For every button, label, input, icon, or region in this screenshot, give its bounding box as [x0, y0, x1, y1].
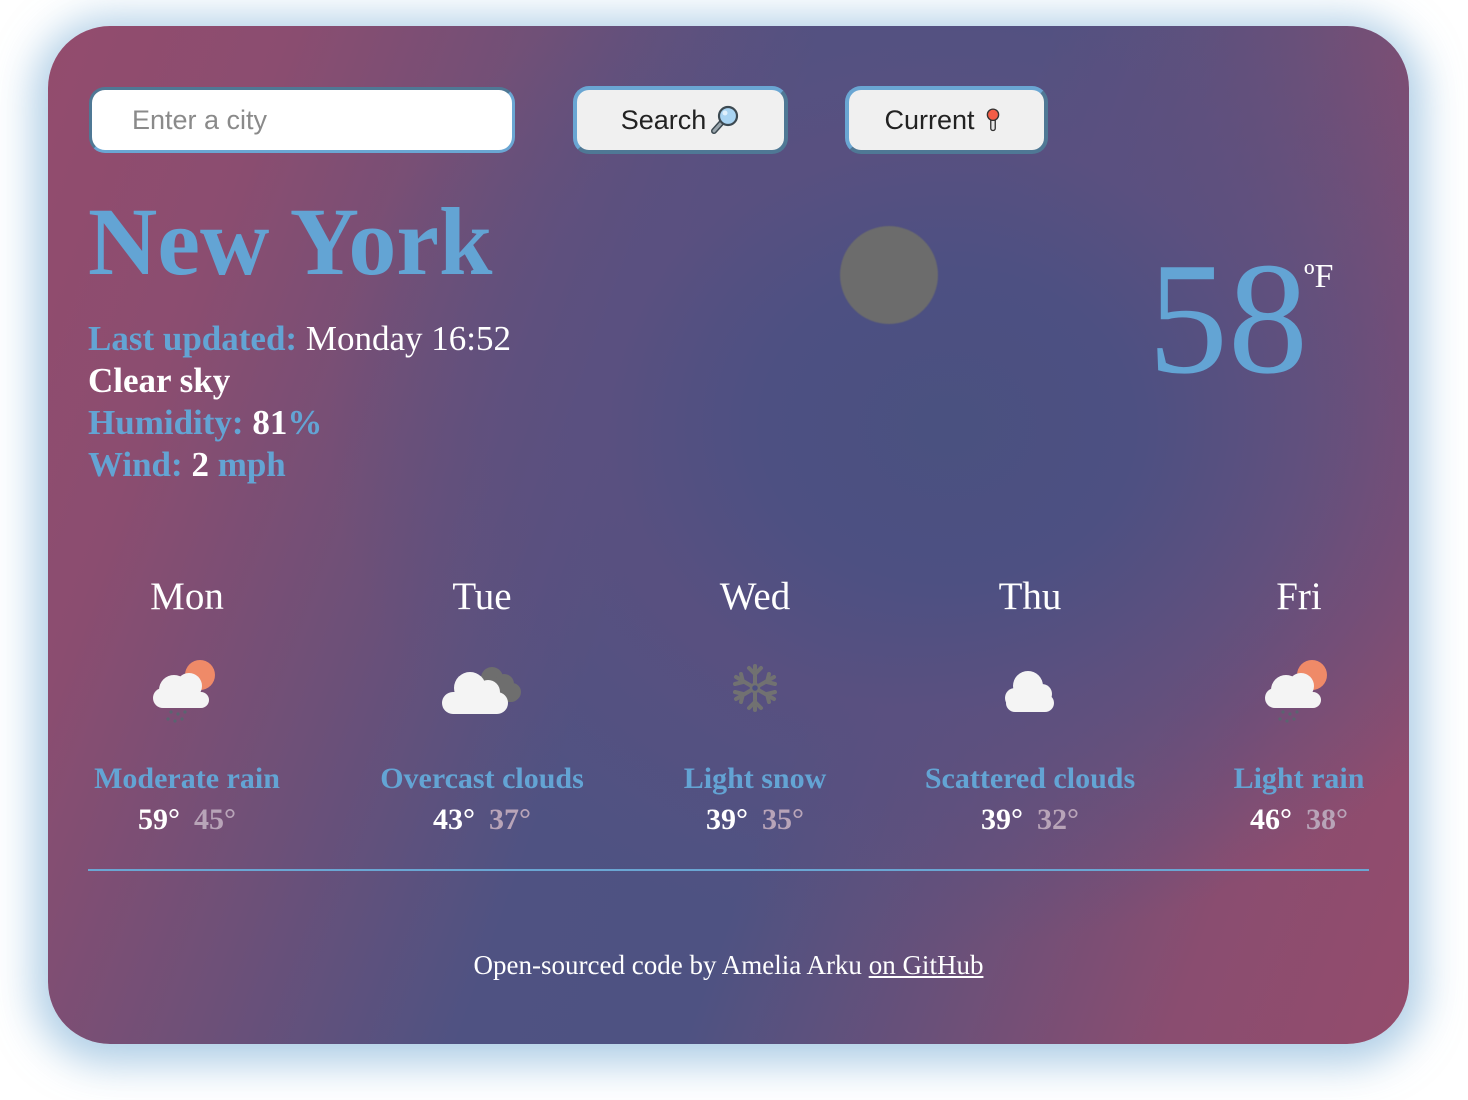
last-updated-value: Monday 16:52	[305, 319, 511, 358]
current-location-button[interactable]: Current	[845, 86, 1048, 154]
forecast-day-name: Thu	[998, 575, 1062, 618]
weather-description: Clear sky	[88, 361, 231, 400]
humidity-value: 81	[252, 403, 288, 442]
forecast-temps: 46° 38°	[1159, 802, 1409, 838]
search-button-label: Search	[620, 104, 707, 135]
forecast-day: Wed Light snow 39° 35°	[615, 574, 895, 838]
forecast-temps: 39° 35°	[615, 802, 895, 838]
forecast-description: Overcast clouds	[380, 762, 584, 795]
last-updated-row: Last updated: Monday 16:52	[88, 318, 511, 360]
wind-label: Wind:	[88, 445, 183, 484]
search-button[interactable]: Search	[573, 86, 788, 154]
forecast-description: Moderate rain	[94, 762, 280, 795]
last-updated-label: Last updated:	[88, 319, 298, 358]
forecast-max-temp: 46°	[1250, 803, 1292, 836]
divider	[88, 869, 1369, 871]
rain-sun-cloud-icon	[1249, 648, 1349, 728]
forecast-max-temp: 39°	[706, 803, 748, 836]
forecast-temps: 59° 45°	[48, 802, 327, 838]
wind-unit: mph	[217, 445, 286, 484]
weather-app-card: Search Current New York Last updated: Mo…	[48, 26, 1409, 1044]
wind-row: Wind: 2 mph	[88, 444, 511, 486]
forecast-day: Thu Scattered clouds 39° 32°	[890, 574, 1170, 838]
github-link[interactable]: on GitHub	[869, 950, 984, 980]
wind-value: 2	[191, 445, 209, 484]
city-search-input[interactable]	[89, 87, 515, 153]
clear-sky-icon	[840, 226, 938, 324]
forecast-min-temp: 37°	[489, 803, 531, 836]
forecast: Mon Moderate rain 59° 45° Tue Overcast c…	[88, 574, 1369, 836]
humidity-unit: %	[287, 403, 323, 442]
forecast-day: Tue Overcast clouds 43° 37°	[342, 574, 622, 838]
footer-text: Open-sourced code by Amelia Arku	[473, 950, 869, 980]
forecast-max-temp: 43°	[433, 803, 475, 836]
forecast-description: Light rain	[1233, 762, 1365, 795]
forecast-min-temp: 45°	[194, 803, 236, 836]
temperature-unit[interactable]: ºF	[1304, 260, 1333, 294]
city-name: New York	[88, 188, 493, 295]
current-button-label: Current	[884, 104, 975, 135]
humidity-row: Humidity: 81%	[88, 402, 511, 444]
forecast-day: Fri Light rain 46° 38°	[1159, 574, 1409, 838]
humidity-label: Humidity:	[88, 403, 244, 442]
forecast-description: Scattered clouds	[924, 762, 1136, 795]
forecast-day-name: Mon	[150, 575, 224, 618]
forecast-description: Light snow	[683, 762, 827, 795]
footer: Open-sourced code by Amelia Arku on GitH…	[48, 950, 1409, 981]
current-details: Last updated: Monday 16:52 Clear sky Hum…	[88, 318, 511, 486]
forecast-temps: 39° 32°	[890, 802, 1170, 838]
overcast-clouds-icon	[432, 648, 532, 728]
forecast-max-temp: 59°	[138, 803, 180, 836]
forecast-day: Mon Moderate rain 59° 45°	[48, 574, 327, 838]
forecast-min-temp: 38°	[1306, 803, 1348, 836]
forecast-day-name: Wed	[719, 575, 791, 618]
round-pushpin-icon	[977, 104, 1009, 136]
current-temperature: 58	[1148, 229, 1308, 407]
forecast-max-temp: 39°	[981, 803, 1023, 836]
cloud-icon	[980, 648, 1080, 728]
forecast-min-temp: 35°	[762, 803, 804, 836]
forecast-temps: 43° 37°	[342, 802, 622, 838]
forecast-day-name: Tue	[452, 575, 512, 618]
snowflake-icon	[705, 648, 805, 728]
magnifying-glass-icon	[708, 104, 740, 136]
rain-sun-cloud-icon	[137, 648, 237, 728]
forecast-day-name: Fri	[1276, 575, 1322, 618]
forecast-min-temp: 32°	[1037, 803, 1079, 836]
